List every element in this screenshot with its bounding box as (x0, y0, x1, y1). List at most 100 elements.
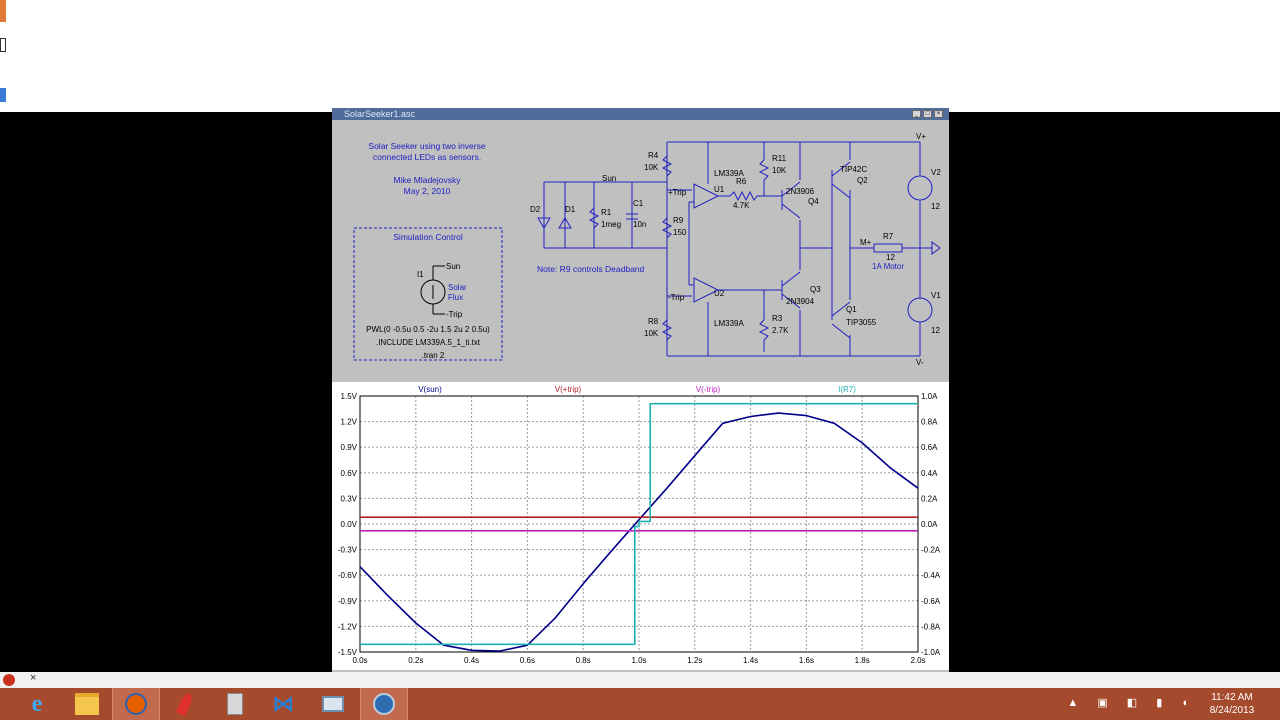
d1-label: D1 (565, 205, 576, 214)
maximize-button[interactable]: □ (923, 110, 932, 118)
explorer-taskbar-button[interactable] (64, 688, 110, 720)
y-left-tick-label: 0.9V (341, 443, 358, 452)
deadband-note: Note: R9 controls Deadband (537, 264, 645, 274)
r1-value: 1meg (601, 220, 621, 229)
q2-model: TIP42C (840, 165, 867, 174)
r7-symbol[interactable] (873, 243, 903, 253)
legend-entry[interactable]: V(sun) (418, 385, 442, 394)
include-directive: .INCLUDE LM339A.5_1_ti.txt (376, 338, 481, 347)
u1-label: U1 (714, 185, 725, 194)
ltspice-window: SolarSeeker1.asc _ □ × Solar Seeker usin… (332, 108, 949, 672)
y-left-tick-label: -0.6V (338, 571, 358, 580)
clock-date: 8/24/2013 (1209, 705, 1255, 716)
y-right-tick-label: -0.6A (921, 597, 941, 606)
monitor-icon (322, 696, 344, 712)
q3-model: 2N3904 (786, 297, 815, 306)
r8-value: 10K (644, 329, 659, 338)
q4-label: Q4 (808, 197, 819, 206)
r11-value: 10K (772, 166, 787, 175)
window-titlebar[interactable]: SolarSeeker1.asc _ □ × (332, 108, 949, 120)
visual-studio-taskbar-button[interactable]: ⋈ (260, 688, 306, 720)
net-vminus-label: V- (916, 358, 924, 367)
network-taskbar-button[interactable] (310, 688, 356, 720)
app-taskbar-button[interactable] (162, 688, 208, 720)
taskbar-clock[interactable]: 11:42 AM 8/24/2013 (1202, 691, 1262, 717)
x-tick-label: 1.6s (799, 656, 814, 665)
v2-label: V2 (931, 168, 941, 177)
addon-close-button[interactable]: × (30, 672, 36, 684)
v2-value: 12 (931, 202, 940, 211)
motor-label: 1A Motor (872, 262, 904, 271)
x-tick-label: 0.6s (520, 656, 535, 665)
window-title: SolarSeeker1.asc (344, 109, 416, 119)
y-left-tick-label: 0.6V (341, 469, 358, 478)
r3-label: R3 (772, 314, 783, 323)
v1-label: V1 (931, 291, 941, 300)
y-right-tick-label: 0.8A (921, 418, 938, 427)
internet-explorer-icon: e (31, 690, 43, 717)
q3-label: Q3 (810, 285, 821, 294)
feather-icon (175, 691, 195, 717)
x-tick-label: 0.2s (408, 656, 423, 665)
net-vplus-label: V+ (916, 132, 926, 141)
q4-model: 2N3906 (786, 187, 815, 196)
waveform-plot[interactable]: V(sun) V(+trip) V(-trip) I(R7) 1.5V 1.2V 0.9V… (332, 382, 949, 670)
abp-icon[interactable] (3, 674, 15, 686)
x-tick-label: 2.0s (910, 656, 925, 665)
r6-label: R6 (736, 177, 747, 186)
x-tick-label: 1.0s (631, 656, 646, 665)
clock-time: 11:42 AM (1211, 692, 1253, 703)
y-left-tick-label: 0.3V (341, 494, 358, 503)
r6-value: 4.7K (733, 201, 750, 210)
x-tick-label: 1.2s (687, 656, 702, 665)
firefox-taskbar-button[interactable] (112, 688, 160, 720)
x-tick-label: 0.4s (464, 656, 479, 665)
y-right-tick-label: 1.0A (921, 392, 938, 401)
visual-studio-icon: ⋈ (272, 691, 294, 717)
calculator-taskbar-button[interactable] (212, 688, 258, 720)
sim-source-label: I1 (417, 270, 424, 279)
q1-model: TIP3055 (846, 318, 877, 327)
windows-taskbar: e ⋈ ▲ ▣ ◧ ▮ ◖ 11:42 AM 8/24/2013 (0, 688, 1280, 720)
r4-label: R4 (648, 151, 659, 160)
legend-entry[interactable]: V(-trip) (696, 385, 721, 394)
close-button[interactable]: × (934, 110, 943, 118)
background-window-edge (0, 0, 8, 112)
r8-label: R8 (648, 317, 659, 326)
legend-entry[interactable]: I(R7) (838, 385, 856, 394)
x-tick-label: 0.8s (576, 656, 591, 665)
tran-directive: .tran 2 (422, 351, 445, 360)
y-right-tick-label: 0.6A (921, 443, 938, 452)
addon-bar: × (0, 672, 1280, 688)
y-left-tick-label: 1.5V (341, 392, 358, 401)
x-tick-label: 1.8s (855, 656, 870, 665)
circuit-schematic[interactable]: Solar Seeker using two inverse connected… (332, 120, 949, 380)
r7-label: R7 (883, 232, 894, 241)
system-tray-icons[interactable]: ▲ ▣ ◧ ▮ ◖ (1067, 696, 1196, 709)
y-right-tick-label: 0.0A (921, 520, 938, 529)
background-scrollbar-fragment (0, 88, 6, 102)
y-right-tick-label: 0.4A (921, 469, 938, 478)
y-left-tick-label: -0.9V (338, 597, 358, 606)
description-line2: connected LEDs as sensors. (373, 152, 481, 162)
minimize-button[interactable]: _ (912, 110, 921, 118)
sim-solar-label: Solar (448, 283, 467, 292)
pwl-directive: PWL(0 -0.5u 0.5 -2u 1.5 2u 2 0.5u) (366, 325, 490, 334)
sim-trip-label: -Trip (446, 310, 463, 319)
sim-sun-label: Sun (446, 262, 460, 271)
r9-label: R9 (673, 216, 684, 225)
v1-source-symbol[interactable] (907, 297, 933, 323)
legend-entry[interactable]: V(+trip) (555, 385, 582, 394)
net-sun-label: Sun (602, 174, 616, 183)
background-checkbox-fragment (0, 38, 6, 52)
y-left-tick-label: -0.3V (338, 546, 358, 555)
description-line1: Solar Seeker using two inverse (368, 141, 485, 151)
y-left-tick-label: 1.2V (341, 418, 358, 427)
ie-taskbar-button[interactable]: e (14, 688, 60, 720)
sim-flux-label: Flux (448, 293, 463, 302)
simulation-control-title: Simulation Control (393, 232, 463, 242)
date-text: May 2, 2010 (404, 186, 451, 196)
x-tick-label: 0.0s (352, 656, 367, 665)
v2-source-symbol[interactable] (907, 175, 933, 201)
ltspice-taskbar-button[interactable] (360, 688, 408, 720)
